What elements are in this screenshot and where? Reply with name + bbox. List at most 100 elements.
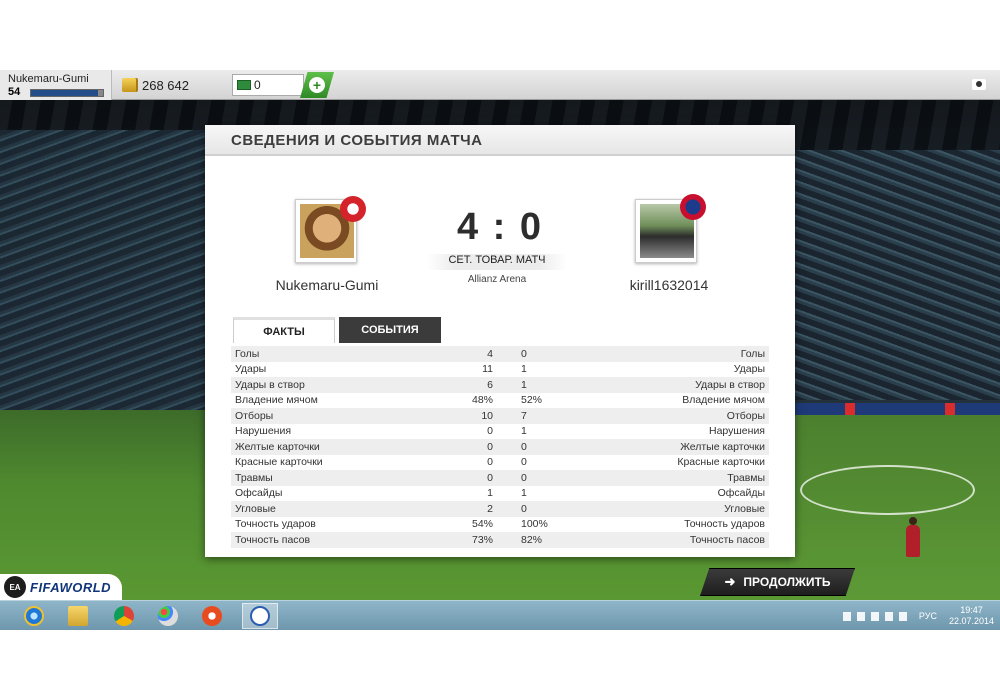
stat-label-away: Голы [740, 347, 765, 360]
network-icon[interactable] [884, 611, 893, 621]
stat-label-home: Офсайды [235, 487, 283, 500]
chrome-icon [114, 606, 134, 626]
stat-value-away: 1 [521, 487, 527, 500]
match-details-panel: СВЕДЕНИЯ И СОБЫТИЯ МАТЧА Nukemaru-Gumi 4… [205, 125, 795, 557]
stat-label-away: Удары в створ [695, 378, 765, 391]
tab-facts[interactable]: ФАКТЫ [233, 317, 335, 343]
taskbar-chrome[interactable] [106, 603, 142, 629]
stat-label-away: Угловые [724, 502, 765, 515]
stat-label-home: Голы [235, 347, 260, 360]
stat-label-home: Точность пасов [235, 533, 311, 546]
battery-icon[interactable] [870, 611, 879, 621]
language-indicator[interactable]: РУС [919, 611, 937, 621]
stat-value-home: 0 [487, 425, 493, 438]
stat-label-away: Офсайды [717, 487, 765, 500]
folder-icon [68, 606, 88, 626]
plus-icon: + [309, 77, 325, 93]
stat-value-home: 0 [487, 471, 493, 484]
stat-row: Удары 11 1 Удары [231, 362, 769, 378]
stat-label-home: Точность ударов [235, 518, 316, 531]
stat-value-home: 48% [471, 394, 493, 407]
stat-value-away: 1 [521, 363, 527, 376]
stadium-stands-right [790, 150, 1000, 400]
stat-value-home: 0 [487, 440, 493, 453]
tab-events[interactable]: СОБЫТИЯ [339, 317, 441, 343]
fifa-world-app-icon [250, 606, 270, 626]
profile-name: Nukemaru-Gumi [8, 73, 89, 85]
top-bar: Nukemaru-Gumi 54 268 642 0 + [0, 70, 1000, 100]
coins-value: 268 642 [142, 77, 189, 93]
clock[interactable]: 19:47 22.07.2014 [949, 605, 994, 627]
stats-table: Голы 4 0 Голы Удары 11 1 Удары Удары в створ 6 1 Уд… [231, 346, 769, 556]
stat-value-away: 0 [521, 471, 527, 484]
stat-label-home: Владение мячом [235, 394, 318, 407]
stat-value-away: 0 [521, 440, 527, 453]
stat-label-away: Нарушения [708, 425, 765, 438]
away-club-badge-icon [680, 194, 706, 220]
stat-row: Желтые карточки 0 0 Желтые карточки [231, 439, 769, 455]
game-screen: Nukemaru-Gumi 54 268 642 0 + СВЕДЕНИЯ И … [0, 70, 1000, 630]
stat-row: Отборы 10 7 Отборы [231, 408, 769, 424]
stat-value-away: 0 [521, 502, 527, 515]
player-figure [906, 517, 920, 557]
continue-button[interactable]: ➜ ПРОДОЛЖИТЬ [700, 568, 855, 596]
xp-progress-bar [30, 89, 104, 97]
stat-value-away: 1 [521, 425, 527, 438]
stat-row: Угловые 2 0 Угловые [231, 501, 769, 517]
tray-up-arrow-icon[interactable] [842, 611, 851, 621]
camera-icon[interactable] [972, 79, 986, 90]
add-points-button[interactable]: + [300, 72, 334, 98]
stat-value-away: 52% [521, 394, 543, 407]
stat-value-away: 0 [521, 347, 527, 360]
windows-taskbar: РУС 19:47 22.07.2014 [0, 600, 1000, 630]
stat-row: Травмы 0 0 Травмы [231, 470, 769, 486]
logo-text: FIFAWORLD [30, 579, 112, 595]
stat-row: Красные карточки 0 0 Красные карточки [231, 455, 769, 471]
ea-sports-icon: EA [4, 576, 26, 598]
arrow-right-icon: ➜ [724, 574, 736, 589]
stat-row: Удары в створ 6 1 Удары в створ [231, 377, 769, 393]
away-player-name: kirill1632014 [629, 277, 709, 293]
profile-box[interactable]: Nukemaru-Gumi 54 [0, 70, 112, 100]
stat-label-away: Красные карточки [677, 456, 765, 469]
coins-display: 268 642 [122, 70, 226, 100]
taskbar-ie[interactable] [16, 603, 52, 629]
taskbar-fifa-world[interactable] [242, 603, 278, 629]
stat-row: Владение мячом 48% 52% Владение мячом [231, 393, 769, 409]
panel-title: СВЕДЕНИЯ И СОБЫТИЯ МАТЧА [205, 125, 795, 156]
stat-label-away: Точность пасов [689, 533, 765, 546]
stat-row: Точность ударов 54% 100% Точность ударов [231, 517, 769, 533]
home-avatar[interactable] [295, 196, 366, 263]
clock-time: 19:47 [960, 605, 983, 615]
coins-icon [122, 78, 136, 92]
taskbar-explorer[interactable] [60, 603, 96, 629]
points-display: 0 [232, 74, 304, 96]
home-player-name: Nukemaru-Gumi [275, 277, 379, 293]
stat-label-home: Нарушения [235, 425, 292, 438]
match-type: СЕТ. ТОВАР. МАТЧ [427, 254, 567, 270]
taskbar-maps[interactable] [194, 603, 230, 629]
stat-value-away: 7 [521, 409, 527, 422]
xp-progress-fill [31, 90, 98, 96]
stat-value-home: 11 [482, 363, 493, 376]
away-avatar[interactable] [635, 194, 706, 263]
stat-label-away: Отборы [726, 409, 765, 422]
taskbar-paint[interactable] [150, 603, 186, 629]
fifa-world-logo: EA FIFAWORLD [0, 574, 122, 600]
flag-icon[interactable] [856, 611, 865, 621]
stat-value-away: 82% [521, 533, 543, 546]
map-pin-icon [202, 606, 222, 626]
advertising-board [795, 403, 1000, 415]
stat-label-away: Желтые карточки [680, 440, 765, 453]
continue-label: ПРОДОЛЖИТЬ [743, 575, 831, 589]
stat-label-home: Желтые карточки [235, 440, 320, 453]
stat-label-home: Угловые [235, 502, 276, 515]
stat-label-home: Травмы [235, 471, 273, 484]
paint-icon [158, 606, 178, 626]
stat-value-home: 1 [487, 487, 493, 500]
profile-level: 54 [8, 86, 21, 98]
stat-label-away: Владение мячом [682, 394, 765, 407]
clock-date: 22.07.2014 [948, 616, 994, 626]
stat-label-home: Красные карточки [235, 456, 323, 469]
volume-icon[interactable] [898, 611, 907, 621]
